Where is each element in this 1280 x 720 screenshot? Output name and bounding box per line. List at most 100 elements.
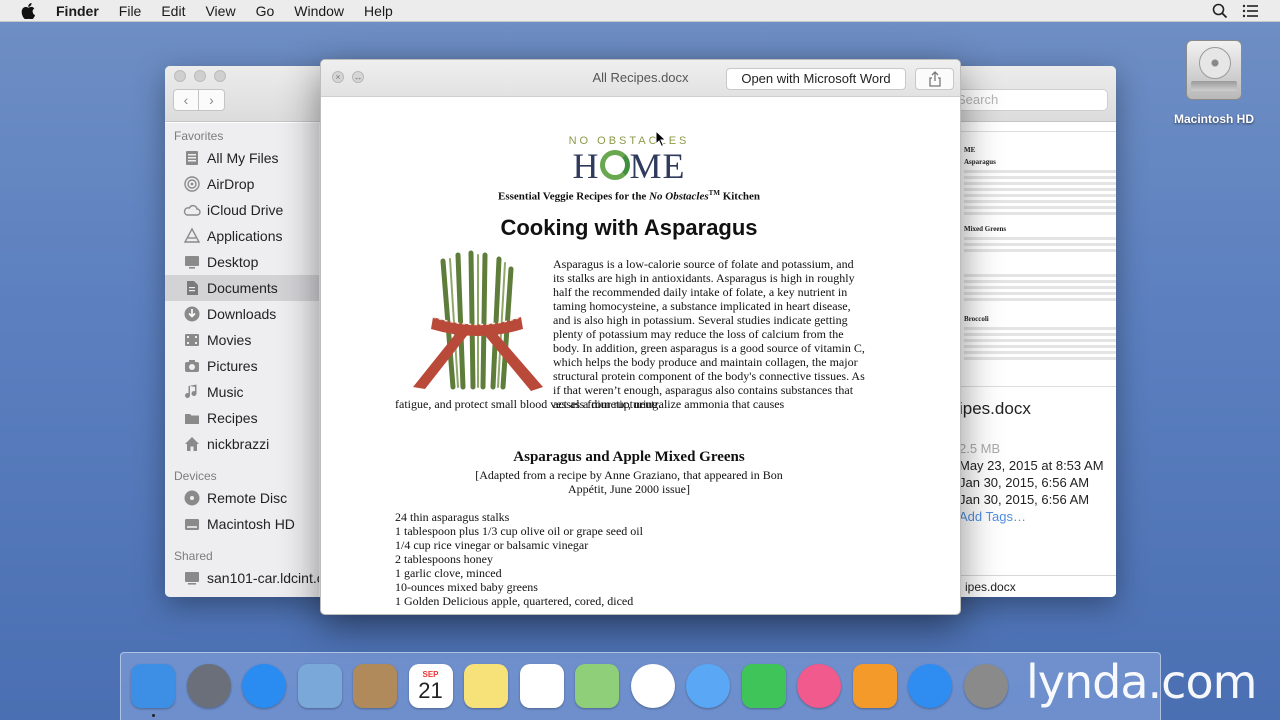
sidebar-item-label: san101-car.ldcint.c xyxy=(207,570,319,586)
share-icon xyxy=(928,71,941,87)
sidebar-item-label: Desktop xyxy=(207,254,259,270)
ingredient-list: 24 thin asparagus stalks 1 tablespoon pl… xyxy=(395,510,865,608)
recipe-attribution: [Adapted from a recipe by Anne Graziano,… xyxy=(475,468,783,496)
menu-help[interactable]: Help xyxy=(354,0,403,22)
logo-letters-me: ME xyxy=(629,146,686,186)
desktop-icon xyxy=(183,253,201,271)
dock-photos-icon[interactable] xyxy=(630,664,675,708)
search-field[interactable]: Search xyxy=(950,89,1108,111)
menu-file[interactable]: File xyxy=(109,0,152,22)
sidebar-item-nickbrazzi[interactable]: nickbrazzi xyxy=(165,431,319,457)
document-preview[interactable]: NO OBSTACLES H ME Essential Veggie Recipe… xyxy=(321,97,960,614)
path-bar[interactable]: ipes.docx xyxy=(959,575,1116,597)
dock-mail-icon[interactable] xyxy=(297,664,342,708)
sidebar-item-recipes[interactable]: Recipes xyxy=(165,405,319,431)
spotlight-search-icon[interactable] xyxy=(1212,3,1228,19)
ingredient-item: 1 tablespoon plus 1/3 cup olive oil or g… xyxy=(395,524,643,538)
close-button[interactable] xyxy=(174,70,186,82)
finder-sidebar: Favorites All My Files AirDrop iCloud Driv… xyxy=(165,123,319,597)
sidebar-item-documents[interactable]: Documents xyxy=(165,275,319,301)
ingredient-item: 1 garlic clove, minced xyxy=(395,566,502,580)
sidebar-item-downloads[interactable]: Downloads xyxy=(165,301,319,327)
sidebar-item-music[interactable]: Music xyxy=(165,379,319,405)
dock-safari-icon[interactable] xyxy=(242,664,286,708)
dock-itunes-icon[interactable] xyxy=(797,664,841,708)
file-size: 2.5 MB xyxy=(959,441,1001,456)
menu-edit[interactable]: Edit xyxy=(151,0,195,22)
desktop-hard-drive-label: Macintosh HD xyxy=(1173,112,1254,126)
file-modified: Jan 30, 2015, 6:56 AM xyxy=(959,475,1090,490)
ingredient-item: 24 thin asparagus stalks xyxy=(395,510,510,524)
ingredient-item: 1/4 cup rice vinegar or balsamic vinegar xyxy=(395,538,589,552)
menu-window[interactable]: Window xyxy=(284,0,354,22)
sidebar-item-label: Downloads xyxy=(207,306,277,322)
dock-contacts-icon[interactable] xyxy=(353,664,397,708)
recipe-title: Asparagus and Apple Mixed Greens xyxy=(513,449,745,465)
desktop-hard-drive[interactable]: Macintosh HD xyxy=(1168,40,1260,126)
document-tagline: Essential Veggie Recipes for the No Obst… xyxy=(498,189,760,203)
open-with-word-button[interactable]: Open with Microsoft Word xyxy=(726,68,906,90)
logo-recycle-icon xyxy=(599,150,630,180)
sidebar-item-airdrop[interactable]: AirDrop xyxy=(165,171,319,197)
no-obstacles-home-logo: H ME xyxy=(567,145,691,187)
dock-messages-icon[interactable] xyxy=(686,664,730,708)
dock-notes-icon[interactable] xyxy=(464,664,508,708)
sidebar-item-san101-car-ldcint-c[interactable]: san101-car.ldcint.c xyxy=(165,565,319,591)
dock-calendar-icon[interactable]: SEP 21 xyxy=(408,664,453,708)
sidebar-item-label: Remote Disc xyxy=(207,490,288,506)
sidebar-header-shared: Shared xyxy=(174,549,213,563)
dock-reminders-icon[interactable] xyxy=(519,664,564,708)
menu-view[interactable]: View xyxy=(195,0,245,22)
sidebar-item-movies[interactable]: Movies xyxy=(165,327,319,353)
sidebar-item-label: Pictures xyxy=(207,358,258,374)
dock-finder-icon[interactable] xyxy=(131,664,175,708)
menu-go[interactable]: Go xyxy=(246,0,285,22)
share-button[interactable] xyxy=(915,68,954,90)
asparagus-image xyxy=(413,250,543,391)
sidebar-item-icloud-drive[interactable]: iCloud Drive xyxy=(165,197,319,223)
chevron-left-icon: ‹ xyxy=(183,92,189,108)
sidebar-item-label: Movies xyxy=(207,332,252,348)
navigation-buttons: ‹ › xyxy=(173,89,225,111)
menu-bar: Finder File Edit View Go Window Help xyxy=(0,0,1280,22)
apple-menu-icon[interactable] xyxy=(0,2,56,19)
notification-center-icon[interactable] xyxy=(1242,3,1258,19)
dock-app-store-icon[interactable] xyxy=(908,664,952,708)
ingredient-item: 10-ounces mixed baby greens xyxy=(395,580,538,594)
applications-icon xyxy=(183,227,201,245)
minimize-button[interactable] xyxy=(194,70,206,82)
forward-button[interactable]: › xyxy=(199,89,225,111)
sidebar-header-favorites: Favorites xyxy=(174,129,224,143)
sidebar-item-all-my-files[interactable]: All My Files xyxy=(165,145,319,171)
dock: SEP 21 xyxy=(120,652,1161,720)
menu-finder[interactable]: Finder xyxy=(56,0,109,22)
sidebar-item-label: Applications xyxy=(207,228,283,244)
add-tags-link[interactable]: Add Tags… xyxy=(959,509,1104,526)
file-created: May 23, 2015 at 8:53 AM xyxy=(959,458,1104,473)
folder-icon xyxy=(183,409,201,427)
hard-drive-icon xyxy=(1186,40,1242,100)
dock-system-preferences-icon[interactable] xyxy=(963,664,1008,708)
sidebar-item-applications[interactable]: Applications xyxy=(165,223,319,249)
movies-icon xyxy=(183,331,201,349)
sidebar-item-label: Documents xyxy=(207,280,278,296)
dock-launchpad-icon[interactable] xyxy=(186,664,231,708)
sidebar-item-label: All My Files xyxy=(207,150,279,166)
sidebar-item-label: Music xyxy=(207,384,244,400)
sidebar-item-desktop[interactable]: Desktop xyxy=(165,249,319,275)
file-name: ipes.docx xyxy=(959,399,1031,418)
sidebar-item-macintosh-hd[interactable]: Macintosh HD xyxy=(165,511,319,537)
sidebar-item-remote-disc[interactable]: Remote Disc xyxy=(165,485,319,511)
calendar-day: 21 xyxy=(418,677,443,703)
sidebar-item-pictures[interactable]: Pictures xyxy=(165,353,319,379)
zoom-button[interactable] xyxy=(214,70,226,82)
dock-maps-icon[interactable] xyxy=(575,664,619,708)
dock-facetime-icon[interactable] xyxy=(741,664,786,708)
dock-ibooks-icon[interactable] xyxy=(852,664,897,708)
document-thumbnail[interactable]: ME Asparagus Mixed Greens Broccoli xyxy=(955,131,1116,387)
back-button[interactable]: ‹ xyxy=(173,89,199,111)
file-info: ipes.docx 2.5 MB May 23, 2015 at 8:53 AM… xyxy=(959,399,1104,526)
window-controls xyxy=(174,70,226,82)
ingredient-item: 1 Golden Delicious apple, quartered, cor… xyxy=(395,594,634,608)
downloads-icon xyxy=(183,305,201,323)
